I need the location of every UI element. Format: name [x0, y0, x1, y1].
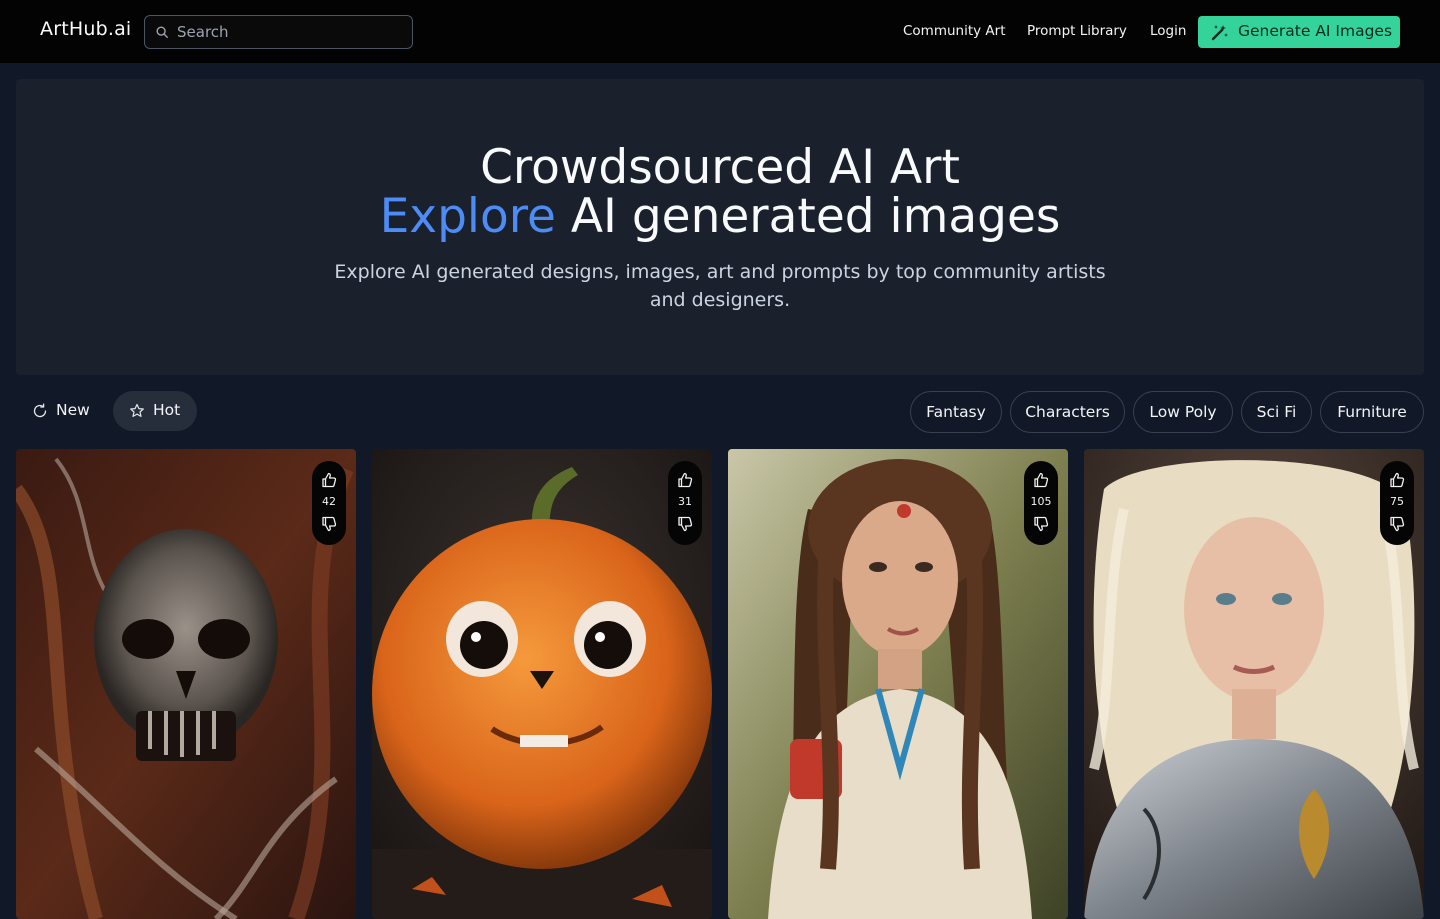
top-navbar: ArtHub.ai Community Art Prompt Library L… — [0, 0, 1440, 63]
hero-subtitle: Explore AI generated designs, images, ar… — [334, 261, 1106, 311]
magic-wand-icon — [1211, 25, 1228, 41]
sort-new-label: New — [56, 401, 90, 419]
pumpkin-artwork-image — [372, 449, 712, 919]
thumbs-down-icon[interactable] — [320, 515, 338, 533]
search-icon — [156, 26, 168, 38]
search-input[interactable] — [177, 16, 405, 48]
hero-title-line1: Crowdsourced AI Art — [480, 140, 960, 195]
armored-woman-artwork-image — [1084, 449, 1424, 919]
tag-characters[interactable]: Characters — [1010, 391, 1125, 433]
vote-count: 105 — [1030, 495, 1052, 508]
tag-fantasy[interactable]: Fantasy — [910, 391, 1002, 433]
thumbs-down-icon[interactable] — [1388, 515, 1406, 533]
nav-community-art[interactable]: Community Art — [903, 23, 1006, 39]
vote-widget: 75 — [1380, 461, 1414, 545]
tag-low-poly[interactable]: Low Poly — [1133, 391, 1233, 433]
hero-banner: Crowdsourced AI Art Explore AI generated… — [16, 79, 1424, 375]
vote-count: 42 — [322, 495, 336, 508]
skull-artwork-image — [16, 449, 356, 919]
generate-ai-images-button[interactable]: Generate AI Images — [1198, 16, 1400, 48]
nav-prompt-library[interactable]: Prompt Library — [1027, 23, 1127, 39]
search-box[interactable] — [144, 15, 413, 49]
tag-furniture[interactable]: Furniture — [1320, 391, 1424, 433]
hero-title-accent: Explore — [379, 189, 556, 244]
vote-count: 75 — [1390, 495, 1404, 508]
thumbs-up-icon[interactable] — [320, 471, 338, 489]
thumbs-down-icon[interactable] — [676, 515, 694, 533]
thumbs-down-icon[interactable] — [1032, 515, 1050, 533]
vote-widget: 42 — [312, 461, 346, 545]
thumbs-up-icon[interactable] — [676, 471, 694, 489]
sort-hot-button[interactable]: Hot — [113, 391, 197, 431]
nav-login[interactable]: Login — [1150, 23, 1186, 39]
generate-button-label: Generate AI Images — [1238, 22, 1393, 40]
star-icon — [130, 403, 144, 417]
refresh-icon — [33, 403, 47, 418]
thumbs-up-icon[interactable] — [1032, 471, 1050, 489]
image-card-pumpkin[interactable]: 31 — [372, 449, 712, 919]
thumbs-up-icon[interactable] — [1388, 471, 1406, 489]
site-logo[interactable]: ArtHub.ai — [40, 18, 131, 40]
image-card-skull[interactable]: 42 — [16, 449, 356, 919]
hero-title-line2: AI generated images — [555, 189, 1061, 244]
vote-widget: 105 — [1024, 461, 1058, 545]
sort-hot-label: Hot — [153, 401, 181, 419]
woman-braids-artwork-image — [728, 449, 1068, 919]
image-card-woman-braids[interactable]: 105 — [728, 449, 1068, 919]
hero-title: Crowdsourced AI Art Explore AI generated… — [16, 143, 1424, 241]
tag-sci-fi[interactable]: Sci Fi — [1241, 391, 1312, 433]
vote-widget: 31 — [668, 461, 702, 545]
vote-count: 31 — [678, 495, 692, 508]
sort-new-button[interactable]: New — [16, 391, 106, 431]
image-card-armored-woman[interactable]: 75 — [1084, 449, 1424, 919]
